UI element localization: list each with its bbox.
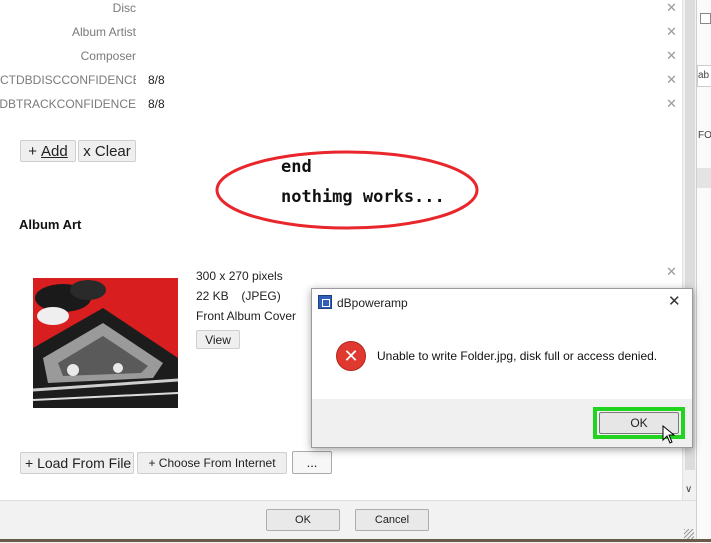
right-panel-checkbox[interactable] — [700, 13, 711, 24]
right-panel-partial-text: ab — [698, 70, 710, 81]
annotation-text-line1: end — [281, 157, 312, 177]
art-type: Front Album Cover — [196, 309, 297, 323]
plus-icon: + — [28, 142, 38, 160]
dialog-ok-label: OK — [630, 416, 648, 430]
tag-label-album-artist: Album Artist — [71, 25, 136, 39]
tag-row: Composer ✕ — [0, 49, 690, 67]
tag-row: Disc ✕ — [0, 1, 690, 19]
clear-tags-button[interactable]: x Clear — [78, 140, 136, 162]
view-art-button[interactable]: View — [196, 330, 240, 349]
app-icon — [318, 295, 332, 309]
remove-tag-icon[interactable]: ✕ — [666, 97, 677, 112]
cancel-button-label: Cancel — [374, 514, 410, 526]
train-artwork-icon — [33, 278, 178, 408]
tag-label-ctdbtrackconfidence: CTDBTRACKCONFIDENCE — [0, 97, 136, 111]
dialog-close-icon[interactable]: ✕ — [668, 292, 681, 310]
error-dialog: dBpoweramp ✕ ✕ Unable to write Folder.jp… — [311, 288, 693, 448]
dialog-message: Unable to write Folder.jpg, disk full or… — [377, 349, 658, 363]
right-panel-partial-text: FO — [698, 130, 711, 141]
tag-label-disc: Disc — [112, 1, 136, 15]
dialog-title: dBpoweramp — [337, 296, 408, 310]
choose-from-internet-label: + Choose From Internet — [148, 456, 276, 470]
remove-tag-icon[interactable]: ✕ — [666, 1, 677, 16]
remove-tag-icon[interactable]: ✕ — [666, 25, 677, 40]
footer-bar: OK Cancel — [0, 500, 696, 543]
album-cover-image[interactable] — [33, 278, 178, 408]
resize-grip-icon[interactable] — [684, 529, 694, 539]
remove-art-icon[interactable]: ✕ — [666, 265, 677, 280]
tag-label-ctdbdiscconfidence: CTDBDISCCONFIDENCE — [0, 73, 136, 87]
art-dimensions: 300 x 270 pixels — [196, 269, 283, 283]
load-from-file-button[interactable]: + Load From File — [20, 452, 134, 474]
art-size: 22 KB — [196, 289, 229, 303]
view-art-label: View — [205, 332, 231, 347]
clear-tags-label: x Clear — [83, 142, 131, 160]
choose-from-internet-button[interactable]: + Choose From Internet — [137, 452, 287, 474]
tag-row: Album Artist ✕ — [0, 25, 690, 43]
error-icon: ✕ — [336, 341, 366, 371]
right-panel-band — [697, 168, 711, 188]
tag-value[interactable]: 8/8 — [148, 73, 165, 87]
more-options-label: ... — [306, 455, 318, 470]
tag-row: CTDBDISCCONFIDENCE 8/8 ✕ — [0, 73, 690, 91]
load-from-file-label: + Load From File — [25, 455, 132, 471]
add-tag-label: Add — [41, 142, 68, 160]
ok-button[interactable]: OK — [266, 509, 340, 531]
art-format: (JPEG) — [241, 289, 281, 303]
right-panel: ab FO — [696, 0, 711, 542]
more-options-button[interactable]: ... — [292, 451, 332, 474]
remove-tag-icon[interactable]: ✕ — [666, 73, 677, 88]
tag-row: CTDBTRACKCONFIDENCE 8/8 ✕ — [0, 97, 690, 115]
remove-tag-icon[interactable]: ✕ — [666, 49, 677, 64]
ok-button-label: OK — [295, 514, 311, 526]
mouse-cursor-icon — [662, 425, 676, 444]
cancel-button[interactable]: Cancel — [355, 509, 429, 531]
album-art-heading: Album Art — [19, 217, 82, 232]
add-tag-button[interactable]: + Add — [20, 140, 76, 162]
dialog-titlebar[interactable]: dBpoweramp ✕ — [312, 289, 692, 316]
annotation-text-line2: nothimg works... — [281, 187, 445, 207]
art-size-row: 22 KB (JPEG) — [196, 289, 281, 303]
tag-value[interactable]: 8/8 — [148, 97, 165, 111]
scroll-down-icon[interactable]: ∨ — [685, 484, 692, 495]
tag-label-composer: Composer — [80, 49, 136, 63]
dialog-footer: OK — [312, 399, 692, 447]
